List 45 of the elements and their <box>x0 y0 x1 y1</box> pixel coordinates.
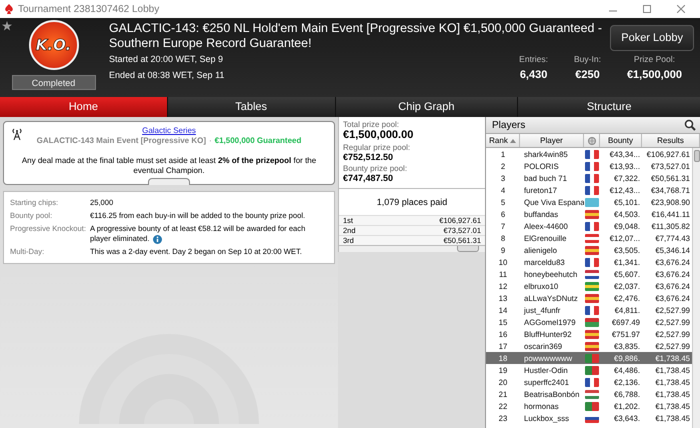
stat-value: 6,430 <box>520 69 548 81</box>
pool-amount: €747,487.50 <box>343 173 394 183</box>
pool-amount: €752,512.50 <box>343 152 394 162</box>
stat-label: Prize Pool: <box>634 54 676 64</box>
series-link[interactable]: Galactic Series <box>142 126 196 135</box>
expand-handle[interactable] <box>457 246 479 252</box>
column-header[interactable]: Bounty <box>600 134 642 147</box>
column-header[interactable]: Rank <box>486 134 520 147</box>
tournament-title: GALACTIC-143: €250 NL Hold'em Main Event [Progressive KO] €1,500,000 Guaranteed - Southern Europe Record Guarantee! <box>109 21 602 51</box>
event-name: GALACTIC-143 Main Event [Progressive KO] <box>36 136 206 145</box>
info-icon[interactable] <box>152 234 162 244</box>
guarantee-text: €1,500,000 Guaranteed <box>214 136 302 145</box>
start-time: Started at 20:00 WET, Sep 9 <box>109 54 224 64</box>
status-label: Completed <box>12 75 96 90</box>
poker-lobby-button[interactable]: Poker Lobby <box>610 25 694 51</box>
stat-label: Entries: <box>519 54 548 64</box>
stat-value: €250 <box>575 69 600 81</box>
pool-label: Total prize pool: <box>343 120 400 129</box>
stat-label: Buy-In: <box>574 54 601 64</box>
column-header[interactable]: Player <box>520 134 584 147</box>
star-icon[interactable] <box>2 21 12 31</box>
close-button[interactable] <box>677 5 685 13</box>
pool-label: Regular prize pool: <box>343 143 412 152</box>
stat-value: €1,500,000 <box>626 69 682 81</box>
tab[interactable]: Home <box>0 97 167 117</box>
window-title: Tournament 2381307462 Lobby <box>18 4 160 14</box>
broadcast-icon <box>11 128 23 140</box>
maximize-button[interactable] <box>643 5 651 13</box>
end-time: Ended at 08:38 WET, Sep 11 <box>109 70 226 80</box>
tab[interactable]: Tables <box>168 97 335 117</box>
app-logo-icon <box>4 4 14 14</box>
collapse-handle[interactable] <box>148 178 190 185</box>
scrollbar[interactable] <box>692 148 700 428</box>
sort-icon <box>510 138 516 142</box>
tab[interactable]: Chip Graph <box>336 97 518 117</box>
pool-label: Bounty prize pool: <box>343 164 408 173</box>
globe-icon[interactable] <box>588 136 596 144</box>
pool-amount: €1,500,000.00 <box>343 129 414 141</box>
tab[interactable]: Structure <box>518 97 700 117</box>
deal-notice: Any deal made at the final table must set aside at least 2% of the prizepool for the eventual Champion. <box>20 156 318 176</box>
ko-badge: K.O. <box>28 20 78 70</box>
column-header[interactable]: Results <box>642 134 700 147</box>
separator-dot: · <box>208 136 212 145</box>
players-title: Players <box>492 120 526 130</box>
search-icon[interactable] <box>684 119 696 131</box>
